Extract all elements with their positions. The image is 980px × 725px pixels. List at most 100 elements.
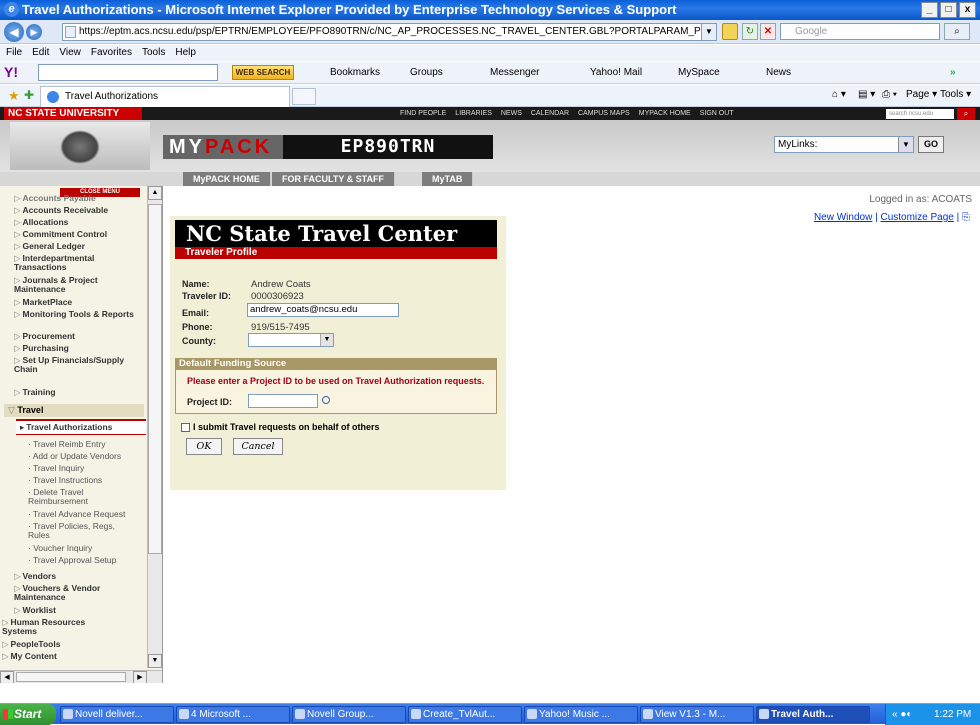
ncsu-search-icon[interactable]: ⌕ bbox=[957, 108, 975, 120]
sidebar-item-travel-authorizations[interactable]: ▸ Travel Authorizations bbox=[16, 419, 146, 435]
customize-page-link[interactable]: Customize Page bbox=[880, 212, 953, 223]
favorites-star-icon[interactable]: ★ bbox=[8, 88, 20, 104]
sidebar-item-travel-reimb-entry[interactable]: · Travel Reimb Entry bbox=[28, 440, 160, 449]
lock-icon[interactable] bbox=[722, 23, 738, 40]
home-icon[interactable]: ⌂ ▾ bbox=[832, 89, 846, 100]
menu-favorites[interactable]: Favorites bbox=[91, 45, 132, 61]
maximize-button[interactable]: □ bbox=[940, 2, 957, 18]
add-favorite-icon[interactable]: ✚ bbox=[24, 88, 34, 102]
minimize-button[interactable]: _ bbox=[921, 2, 938, 18]
tab-mypack-home[interactable]: MyPACK HOME bbox=[183, 172, 271, 186]
sidebar-item-travel-instructions[interactable]: · Travel Instructions bbox=[28, 476, 160, 485]
forward-button[interactable]: ▶ bbox=[26, 24, 42, 40]
tab-travel-authorizations[interactable]: Travel Authorizations bbox=[40, 86, 290, 107]
yahoo-search-input[interactable] bbox=[38, 64, 218, 81]
back-button[interactable]: ◀ bbox=[4, 22, 24, 42]
page-menu[interactable]: Page ▾ bbox=[906, 89, 937, 100]
sidebar-item-add-update-vendors[interactable]: · Add or Update Vendors bbox=[28, 452, 160, 461]
sidebar-item-voucher-inquiry[interactable]: · Voucher Inquiry bbox=[28, 544, 160, 553]
menu-file[interactable]: File bbox=[6, 45, 22, 61]
scroll-thumb[interactable] bbox=[148, 204, 162, 554]
link-campus-maps[interactable]: CAMPUS MAPS bbox=[578, 107, 630, 120]
sidebar-item-worklist[interactable]: ▷ Worklist bbox=[14, 606, 146, 615]
menu-edit[interactable]: Edit bbox=[32, 45, 49, 61]
go-button[interactable]: GO bbox=[918, 136, 944, 153]
sidebar-item-interdepartmental[interactable]: ▷ Interdepartmental Transactions bbox=[14, 254, 146, 272]
new-window-link[interactable]: New Window bbox=[814, 212, 872, 223]
cancel-button[interactable]: Cancel bbox=[233, 438, 283, 455]
sidebar-item-my-content[interactable]: ▷ My Content bbox=[2, 652, 134, 661]
sidebar-item-vouchers[interactable]: ▷ Vouchers & Vendor Maintenance bbox=[14, 584, 124, 602]
taskbar-item-view[interactable]: View V1.3 - M... bbox=[640, 706, 754, 723]
sidebar-item-travel-inquiry[interactable]: · Travel Inquiry bbox=[28, 464, 160, 473]
sidebar-vertical-scrollbar[interactable]: ▲ ▼ bbox=[147, 186, 162, 668]
sidebar-item-journals[interactable]: ▷ Journals & Project Maintenance bbox=[14, 276, 146, 294]
menu-tools[interactable]: Tools bbox=[142, 45, 165, 61]
sidebar-item-accounts-payable[interactable]: ▷ Accounts Payable bbox=[14, 194, 146, 203]
refresh-icon[interactable]: ↻ bbox=[742, 23, 758, 40]
link-calendar[interactable]: CALENDAR bbox=[531, 107, 569, 120]
groups-button[interactable]: Groups bbox=[410, 65, 443, 80]
sidebar-item-accounts-receivable[interactable]: ▷ Accounts Receivable bbox=[14, 206, 146, 215]
bookmarks-button[interactable]: Bookmarks bbox=[330, 65, 380, 80]
email-field[interactable]: andrew_coats@ncsu.edu bbox=[247, 303, 399, 317]
project-id-field[interactable] bbox=[248, 394, 318, 408]
ncsu-brand[interactable]: NC STATE UNIVERSITY bbox=[4, 107, 142, 120]
web-search-button[interactable]: WEB SEARCH bbox=[232, 65, 294, 80]
messenger-button[interactable]: Messenger bbox=[490, 65, 539, 80]
sidebar-item-setup-financials[interactable]: ▷ Set Up Financials/Supply Chain bbox=[14, 356, 146, 374]
sidebar-item-procurement[interactable]: ▷ Procurement bbox=[14, 332, 146, 341]
sidebar-item-marketplace[interactable]: ▷ MarketPlace bbox=[14, 298, 146, 307]
new-tab-button[interactable] bbox=[292, 88, 316, 105]
lookup-icon[interactable] bbox=[322, 396, 330, 404]
help-icon[interactable]: ⎘ bbox=[962, 212, 970, 223]
menu-help[interactable]: Help bbox=[175, 45, 196, 61]
stop-icon[interactable]: ✕ bbox=[760, 23, 776, 40]
sidebar-item-general-ledger[interactable]: ▷ General Ledger bbox=[14, 242, 146, 251]
sidebar-item-purchasing[interactable]: ▷ Purchasing bbox=[14, 344, 146, 353]
scroll-right-icon[interactable]: ▶ bbox=[133, 671, 147, 683]
link-libraries[interactable]: LIBRARIES bbox=[455, 107, 492, 120]
taskbar-item-novell-group[interactable]: Novell Group... bbox=[292, 706, 406, 723]
sidebar-item-human-resources[interactable]: ▷ Human Resources Systems bbox=[2, 618, 112, 636]
scroll-down-icon[interactable]: ▼ bbox=[148, 654, 162, 668]
myspace-button[interactable]: MySpace bbox=[678, 65, 720, 80]
taskbar-item-novell-deliver[interactable]: Novell deliver... bbox=[60, 706, 174, 723]
scroll-left-icon[interactable]: ◀ bbox=[0, 671, 14, 683]
search-icon[interactable]: ⌕ bbox=[944, 23, 970, 40]
yahoo-logo-icon[interactable]: Y! bbox=[4, 64, 18, 80]
sidebar-item-commitment-control[interactable]: ▷ Commitment Control bbox=[14, 230, 146, 239]
taskbar-item-yahoo-music[interactable]: Yahoo! Music ... bbox=[524, 706, 638, 723]
sidebar-item-delete-travel-reimb[interactable]: · Delete Travel Reimbursement bbox=[28, 488, 128, 506]
mylinks-select[interactable]: MyLinks: ▼ bbox=[774, 136, 914, 153]
start-button[interactable]: Start bbox=[0, 704, 56, 725]
ok-button[interactable]: OK bbox=[186, 438, 222, 455]
address-bar[interactable]: https://eptm.acs.ncsu.edu/psp/EPTRN/EMPL… bbox=[62, 23, 717, 41]
scroll-up-icon[interactable]: ▲ bbox=[148, 186, 162, 200]
search-input[interactable]: Google bbox=[780, 23, 940, 40]
taskbar-item-microsoft[interactable]: 4 Microsoft ... bbox=[176, 706, 290, 723]
menu-view[interactable]: View bbox=[59, 45, 81, 61]
link-find-people[interactable]: FIND PEOPLE bbox=[400, 107, 446, 120]
tools-menu[interactable]: Tools ▾ bbox=[940, 89, 971, 100]
ncsu-search-input[interactable]: search ncsu.edu bbox=[886, 109, 954, 119]
sidebar-item-travel-advance[interactable]: · Travel Advance Request bbox=[28, 510, 160, 519]
taskbar-item-travel-auth[interactable]: Travel Auth... bbox=[756, 706, 870, 723]
hscroll-thumb[interactable] bbox=[16, 672, 126, 682]
sidebar-item-training[interactable]: ▷ Training bbox=[14, 388, 146, 397]
close-button[interactable]: x bbox=[959, 2, 976, 18]
taskbar-item-create-tvlaut[interactable]: Create_TvlAut... bbox=[408, 706, 522, 723]
feeds-icon[interactable]: ▤ ▾ bbox=[858, 89, 875, 100]
toolbar-more-icon[interactable]: » bbox=[950, 65, 956, 80]
sidebar-item-vendors[interactable]: ▷ Vendors bbox=[14, 572, 146, 581]
sidebar-item-travel[interactable]: ▽ Travel bbox=[4, 404, 144, 417]
behalf-checkbox[interactable] bbox=[181, 423, 190, 432]
address-dropdown-icon[interactable]: ▼ bbox=[701, 24, 716, 40]
sidebar-item-peopletools[interactable]: ▷ PeopleTools bbox=[2, 640, 134, 649]
tab-faculty-staff[interactable]: FOR FACULTY & STAFF bbox=[272, 172, 395, 186]
sidebar-item-allocations[interactable]: ▷ Allocations bbox=[14, 218, 146, 227]
link-news[interactable]: NEWS bbox=[501, 107, 522, 120]
sidebar-item-monitoring[interactable]: ▷ Monitoring Tools & Reports bbox=[14, 310, 146, 319]
yahoo-mail-button[interactable]: Yahoo! Mail bbox=[590, 65, 642, 80]
sidebar-item-travel-approval-setup[interactable]: · Travel Approval Setup bbox=[28, 556, 160, 565]
